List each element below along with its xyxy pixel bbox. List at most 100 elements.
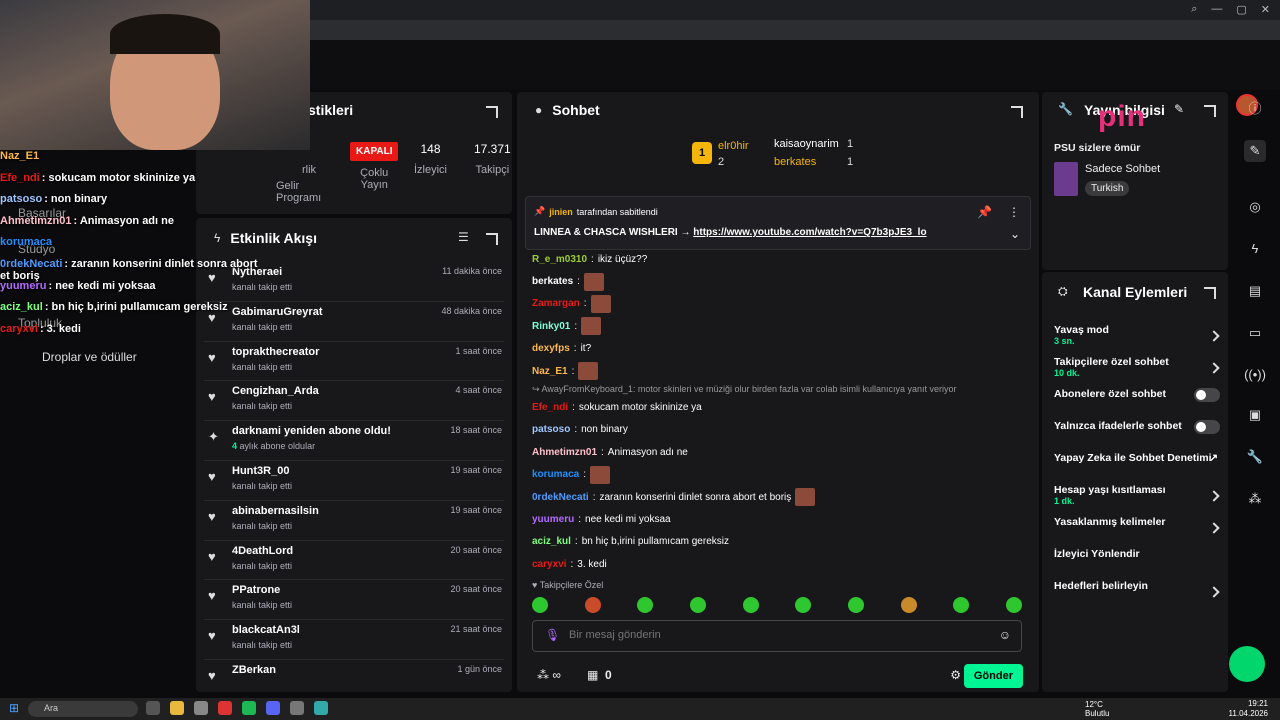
feed-item[interactable]: ♥ blackcatAn3l kanalı takip etti 21 saat ön… (204, 620, 504, 660)
chat-username[interactable]: berkates (532, 276, 573, 287)
chat-input[interactable]: 🎙 ☺ (532, 620, 1022, 652)
settings-icon[interactable] (194, 701, 208, 715)
income-program[interactable]: rlik Gelir Programı (276, 164, 321, 204)
more-icon[interactable]: ⋮ (1008, 205, 1020, 219)
overlay-chat-line: yuumeru: nee kedi mi yoksaa (0, 280, 270, 302)
folder-icon[interactable] (170, 701, 184, 715)
store-icon[interactable]: ▦ (587, 668, 598, 682)
send-button[interactable]: Gönder (963, 664, 1023, 688)
channel-action[interactable]: Takipçilere özel sohbet 10 dk. (1054, 356, 1220, 384)
chat-username[interactable]: Rinky01 (532, 321, 570, 332)
emote-button[interactable] (689, 597, 706, 613)
chat-username[interactable]: korumaca (532, 469, 579, 480)
discord-icon[interactable] (266, 701, 280, 715)
tag-pill[interactable]: Turkish (1085, 181, 1130, 196)
community-icon[interactable]: ⁂ ∞ (537, 668, 561, 682)
channel-action[interactable]: Hesap yaşı kısıtlaması 1 dk. (1054, 484, 1220, 512)
emote-button[interactable] (637, 597, 654, 613)
emoji-icon[interactable]: ☺ (999, 628, 1011, 642)
pinned-link[interactable]: https://www.youtube.com/watch?v=Q7b3pJE3… (693, 227, 926, 238)
chat-username[interactable]: R_e_m0310 (532, 254, 587, 265)
feed-item[interactable]: ♥ 4DeathLord kanalı takip etti 20 saat önce (204, 541, 504, 581)
layout-icon[interactable]: ▣ (1244, 404, 1266, 426)
mic-icon[interactable]: 🎙 (545, 628, 560, 642)
chat-username[interactable]: aciz_kul (532, 536, 571, 547)
feed-item[interactable]: ♥ toprakthecreator kanalı takip etti 1 saat… (204, 342, 504, 382)
emote-button[interactable] (532, 597, 548, 613)
spotify-icon[interactable] (242, 701, 256, 715)
feed-item[interactable]: ♥ PPatrone kanalı takip etti 20 saat önce (204, 580, 504, 621)
action-label: Takipçilere özel sohbet (1054, 356, 1169, 368)
help-button[interactable] (1229, 646, 1265, 682)
maximize-button[interactable]: ▢ (1236, 3, 1246, 16)
channel-action[interactable]: Yasaklanmış kelimeler (1054, 516, 1220, 544)
multi-stream-stat[interactable]: KAPALI Çoklu Yayın (350, 142, 399, 191)
channel-action[interactable]: İzleyici Yönlendir (1054, 548, 1220, 576)
settings-icon[interactable]: ⚙ (950, 668, 961, 682)
expand-icon[interactable] (486, 233, 498, 245)
app-icon[interactable] (290, 701, 304, 715)
channel-action[interactable]: Abonelere özel sohbet (1054, 388, 1220, 416)
emote-button[interactable] (953, 597, 970, 613)
chat-username[interactable]: 0rdekNecati (532, 492, 589, 503)
emote-button[interactable] (1005, 597, 1022, 613)
chat-username[interactable]: Efe_ndi (532, 402, 568, 413)
info-icon[interactable]: ⓘ (1244, 98, 1266, 120)
category-name[interactable]: Sadece Sohbet (1085, 163, 1160, 175)
chat-username[interactable]: Ahmetimzn01 (532, 447, 597, 458)
weather-widget[interactable]: 12°C Bulutlu (1085, 700, 1109, 718)
feed-item[interactable]: ♥ abinabernasilsin kanalı takip etti 19 saa… (204, 501, 504, 541)
app-icon[interactable] (146, 701, 160, 715)
minimize-button[interactable]: — (1211, 3, 1222, 16)
feed-item[interactable]: ✦ darknami yeniden abone oldu! 4 aylık abo… (204, 421, 504, 461)
windows-icon[interactable]: ⊞ (9, 701, 19, 715)
expand-icon[interactable] (1011, 106, 1023, 118)
chat-icon[interactable]: ▭ (1244, 322, 1266, 344)
notes-icon[interactable]: ▤ (1244, 280, 1266, 302)
bolt-icon[interactable]: ϟ (1244, 238, 1266, 260)
emote-button[interactable] (847, 597, 864, 613)
app-icon[interactable] (314, 701, 328, 715)
message-field[interactable] (569, 629, 969, 641)
camera-icon[interactable]: ◎ (1244, 196, 1266, 218)
search-icon[interactable]: ⌕ (1191, 3, 1197, 16)
feed-item[interactable]: ♥ Hunt3R_00 kanalı takip etti 19 saat önce (204, 461, 504, 501)
chat-username[interactable]: yuumeru (532, 514, 574, 525)
chat-username[interactable]: caryxvi (532, 559, 566, 570)
chat-username[interactable]: Zamargan (532, 298, 580, 309)
chat-username[interactable]: dexyfps (532, 343, 570, 354)
expand-icon[interactable] (486, 106, 498, 118)
browser-icon[interactable] (218, 701, 232, 715)
chat-username[interactable]: Naz_E1 (532, 366, 568, 377)
edit-icon[interactable]: ✎ (1174, 102, 1184, 116)
community-icon[interactable]: ⁂ (1244, 488, 1266, 510)
taskbar-search[interactable]: Ara (28, 701, 138, 717)
broadcast-icon[interactable]: ((•)) (1244, 364, 1266, 386)
emote-button[interactable] (795, 597, 812, 613)
browser-address-bar[interactable]: ⌕ ⇪ ☆ ◈ ◉ ● ⋮ (310, 20, 1280, 54)
emote-button[interactable] (900, 597, 917, 613)
channel-action[interactable]: Yapay Zeka ile Sohbet Denetimi ↗ (1054, 452, 1220, 480)
wrench-icon[interactable]: 🔧 (1244, 446, 1266, 468)
toggle-switch[interactable] (1194, 420, 1220, 434)
edit-icon[interactable]: ✎ (1244, 140, 1266, 162)
feed-item[interactable]: ♥ Cengizhan_Arda kanalı takip etti 4 saat ö… (204, 381, 504, 422)
nav-drops[interactable]: Droplar ve ödüller (42, 350, 137, 364)
chat-leaderboard[interactable]: 1 elr0hir 2 kaisaoynarim 1 berkates 1 (692, 136, 882, 172)
filter-icon[interactable]: ☰ (458, 230, 469, 244)
chat-username[interactable]: patsoso (532, 424, 570, 435)
pinned-message[interactable]: 📌 jinien tarafından sabitlendi 📌 ⋮ LINNE… (525, 196, 1031, 250)
channel-action[interactable]: Hedefleri belirleyin (1054, 580, 1220, 608)
close-button[interactable]: ✕ (1261, 3, 1270, 16)
emote-button[interactable] (584, 597, 601, 613)
emote-button[interactable] (742, 597, 759, 613)
feed-item[interactable]: ♥ ZBerkan 1 gün önce (204, 660, 504, 700)
expand-icon[interactable] (1204, 105, 1216, 117)
clock[interactable]: 19:21 11.04.2026 (1229, 699, 1268, 719)
chevron-down-icon[interactable]: ⌄ (1010, 227, 1020, 241)
toggle-switch[interactable] (1194, 388, 1220, 402)
channel-action[interactable]: Yavaş mod 3 sn. (1054, 324, 1220, 352)
unpin-icon[interactable]: 📌 (977, 205, 992, 219)
expand-icon[interactable] (1204, 287, 1216, 299)
channel-action[interactable]: Yalnızca ifadelerle sohbet (1054, 420, 1220, 448)
